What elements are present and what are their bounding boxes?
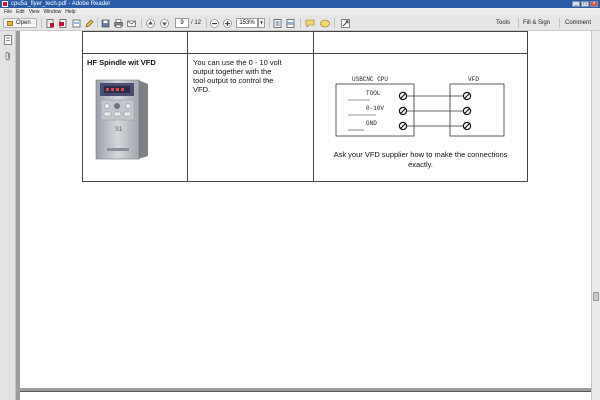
pdf-page: HF Spindle wit VFD S1 You can use the 0 … [20,31,591,388]
export-pdf-icon[interactable] [58,18,68,28]
vfd-drive-photo: S1 [90,76,152,160]
comment-bubble-icon[interactable] [305,18,315,28]
open-button[interactable]: Open [3,18,37,28]
full-screen-icon[interactable] [340,18,350,28]
minimize-button[interactable]: _ [572,1,580,7]
toolbar-separator [141,18,142,28]
feature-table: HF Spindle wit VFD S1 You can use the 0 … [82,31,528,182]
close-button[interactable]: × [590,1,598,7]
create-pdf-icon[interactable] [45,18,55,28]
signal-label-gnd: GND [366,120,377,127]
adobe-reader-icon [2,1,8,7]
toolbar-separator [97,18,98,28]
caption-line: Ask your VFD supplier how to make the co… [333,150,508,159]
menu-help[interactable]: Help [65,9,75,15]
fit-width-icon[interactable] [285,18,295,28]
toolbar-separator [518,18,519,28]
feature-cell: HF Spindle wit VFD S1 [82,53,188,182]
share-icon[interactable] [71,18,81,28]
page-thumbnails-icon[interactable] [3,35,12,45]
edit-icon[interactable] [84,18,94,28]
window-title: cpu5a_flyer_tech.pdf - Adobe Reader [11,1,111,7]
zoom-out-icon[interactable] [209,18,219,28]
description-line: output together with the [193,67,272,76]
menu-edit[interactable]: Edit [16,9,25,15]
navigation-panel [0,31,16,400]
save-icon[interactable] [100,18,110,28]
zoom-level-input[interactable]: 153% [236,18,258,28]
page-number-input[interactable]: 9 [175,18,189,28]
toolbar-separator [41,18,42,28]
folder-icon [7,20,13,26]
print-icon[interactable] [113,18,123,28]
cpu-block-label: USBCNC CPU [352,76,389,83]
comment-pane-link[interactable]: Comment [565,18,591,28]
attachments-paperclip-icon[interactable] [3,51,12,61]
vfd-drive-label: S1 [115,127,123,133]
menu-file[interactable]: File [4,9,12,15]
description-line: tool output to control the [193,76,274,85]
toolbar-separator [269,18,270,28]
fit-page-icon[interactable] [272,18,282,28]
maximize-button[interactable]: □ [581,1,589,7]
zoom-dropdown-chevron-icon[interactable]: ▾ [258,18,265,28]
vertical-scrollbar[interactable] [591,31,600,400]
window-controls: _ □ × [572,1,598,7]
document-viewport[interactable]: HF Spindle wit VFD S1 You can use the 0 … [16,31,591,400]
menu-window[interactable]: Window [43,9,61,15]
diagram-caption: Ask your VFD supplier how to make the co… [314,150,527,170]
next-page-icon[interactable] [159,18,169,28]
table-row: HF Spindle wit VFD S1 You can use the 0 … [82,53,528,182]
next-pdf-page [20,391,591,400]
feature-description: You can use the 0 - 10 volt output toget… [188,54,313,94]
menu-bar: File Edit View Window Help [0,8,600,15]
tools-pane-link[interactable]: Tools [496,18,510,28]
toolbar-separator [334,18,335,28]
highlight-icon[interactable] [320,18,330,28]
zoom-in-icon[interactable] [222,18,232,28]
vfd-block-label: VFD [468,76,479,83]
fill-sign-pane-link[interactable]: Fill & Sign [523,18,550,28]
page-total: / 12 [191,20,202,26]
toolbar: Open 9 / 12 153% ▾ Tools Fill & Sign Com… [0,15,600,31]
table-row-spacer [82,31,528,54]
toolbar-separator [559,18,560,28]
description-line: You can use the 0 - 10 volt [193,58,282,67]
toolbar-separator [300,18,301,28]
signal-label-0-10v: 0-10V [366,105,385,112]
open-label: Open [16,20,31,26]
caption-line: exactly. [408,160,433,169]
toolbar-separator [206,18,207,28]
feature-title: HF Spindle wit VFD [87,58,156,67]
email-icon[interactable] [126,18,136,28]
menu-view[interactable]: View [29,9,40,15]
scrollbar-thumb[interactable] [593,292,599,301]
diagram-cell: USBCNC CPU VFD TOOL 0-10V GND Ask your V… [313,53,528,182]
previous-page-icon[interactable] [145,18,155,28]
description-cell: You can use the 0 - 10 volt output toget… [187,53,314,182]
wiring-diagram: USBCNC CPU VFD TOOL 0-10V GND [314,54,527,142]
title-bar: cpu5a_flyer_tech.pdf - Adobe Reader _ □ … [0,0,600,8]
description-line: VFD. [193,85,211,94]
signal-label-tool: TOOL [366,90,381,97]
